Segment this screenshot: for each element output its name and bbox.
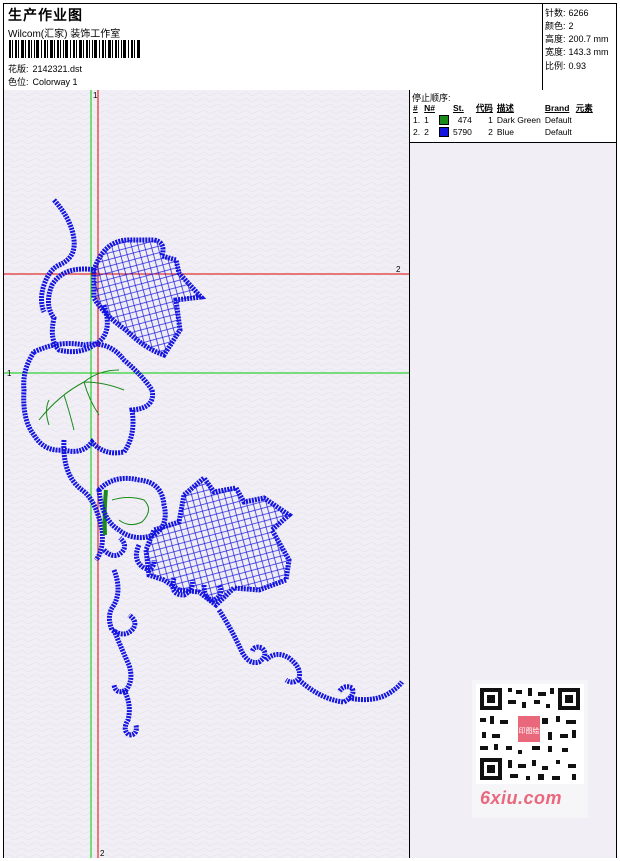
production-worksheet: 生产作业图 Wilcom(汇家) 装饰工作室 花版: 2142321.dst 色… [3, 3, 617, 858]
design-file-line: 花版: 2142321.dst [8, 62, 82, 75]
worksheet-title: 生产作业图 [8, 7, 83, 23]
watermark-site: 6xiu.com [480, 788, 563, 808]
red-guide-label-right: 2 [396, 265, 401, 274]
design-canvas: 1 1 2 2 [4, 90, 410, 858]
color-swatch-blue [438, 127, 449, 138]
design-file-value: 2142321.dst [32, 64, 83, 74]
col-header-element: 元素 [575, 103, 593, 113]
qr-stamp-text: 印图绘 [519, 726, 540, 735]
col-header-brand: Brand [544, 103, 570, 113]
studio-name: Wilcom(汇家) 装饰工作室 [8, 29, 121, 40]
stop-sequence-section: 停止顺序: # N# St. 代码 描述 Brand 元素 1. 1 474 1… [410, 90, 616, 143]
colorway-value: Colorway 1 [32, 77, 78, 87]
color-sequence-table: # N# St. 代码 描述 Brand 元素 1. 1 474 1 Dark … [411, 102, 595, 138]
table-row: 2. 2 5790 2 Blue Default [413, 127, 572, 138]
green-guide-label-top: 1 [93, 91, 98, 100]
stat-colors: 颜色: 2 [545, 21, 574, 31]
col-header-description: 描述 [496, 103, 514, 113]
qr-code: 印图绘 [476, 684, 584, 784]
color-swatch-green [438, 115, 449, 126]
col-header-stitches: St. [452, 103, 464, 113]
colorway-label: 色位: [8, 77, 29, 87]
info-panel: 停止顺序: # N# St. 代码 描述 Brand 元素 1. 1 474 1… [410, 90, 616, 858]
canvas-texture [4, 90, 409, 858]
worksheet-header: 生产作业图 Wilcom(汇家) 装饰工作室 花版: 2142321.dst 色… [4, 4, 616, 91]
red-guide-label-bottom: 2 [100, 849, 105, 858]
col-header-index: # [413, 103, 418, 113]
barcode [9, 40, 140, 58]
green-guide-label-left: 1 [7, 369, 12, 378]
design-file-label: 花版: [8, 64, 29, 74]
embroidery-design: 1 1 2 2 [4, 90, 409, 858]
table-header-row: # N# St. 代码 描述 Brand 元素 [411, 102, 595, 114]
colorway-line: 色位: Colorway 1 [8, 75, 78, 88]
table-row: 1. 1 474 1 Dark Green Default [413, 115, 572, 126]
stat-scale: 比例: 0.93 [545, 61, 587, 71]
stat-stitches: 针数: 6266 [545, 8, 589, 18]
col-header-swatch [437, 102, 451, 114]
col-header-code: 代码 [475, 103, 493, 113]
stat-width: 宽度: 143.3 mm [545, 47, 609, 57]
stat-height: 高度: 200.7 mm [545, 34, 609, 44]
stats-panel: 针数: 6266 颜色: 2 高度: 200.7 mm 宽度: 143.3 mm 比例:… [542, 4, 617, 90]
col-header-n: N# [424, 103, 435, 113]
